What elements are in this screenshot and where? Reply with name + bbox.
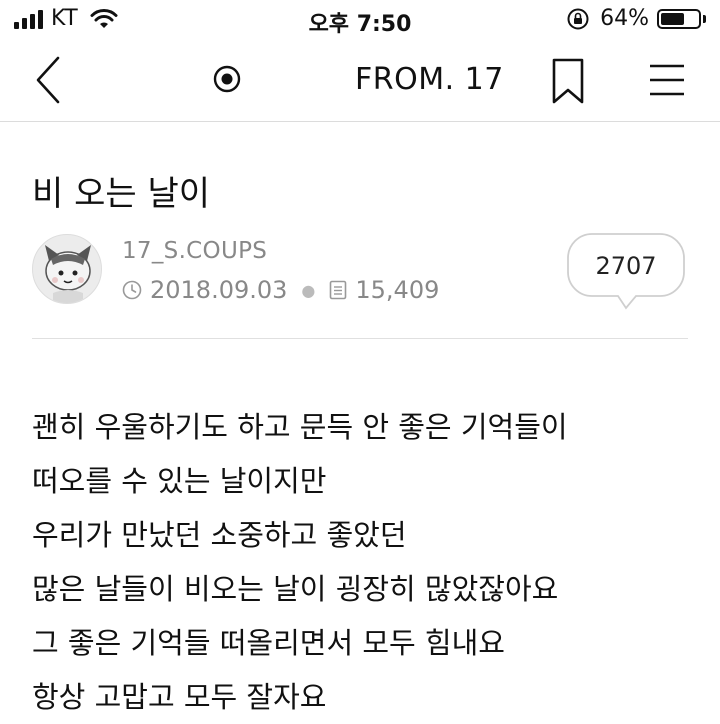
page-title: FROM. 17 (355, 62, 504, 97)
post-date: 2018.09.03 (150, 276, 288, 304)
radio-target-icon[interactable] (210, 62, 244, 96)
bookmark-icon[interactable] (548, 54, 588, 108)
battery-level-fill (661, 12, 684, 25)
nav-bar: FROM. 17 (0, 40, 720, 122)
header-divider (32, 338, 688, 339)
author-name[interactable]: 17_S.COUPS (122, 238, 267, 264)
avatar[interactable] (32, 234, 102, 304)
view-count: 15,409 (355, 276, 440, 304)
clock-icon (122, 280, 142, 300)
status-bar: KT 오후 7:50 64% (0, 0, 720, 40)
meta-separator-dot: ● (301, 280, 316, 300)
post-title: 비 오는 날이 (32, 174, 211, 214)
post-line: 그 좋은 기억들 떠올리면서 모두 힘내요 (32, 626, 505, 660)
battery-tip (703, 14, 706, 23)
post-line: 괜히 우울하기도 하고 문득 안 좋은 기억들이 (32, 410, 568, 444)
post-body: 괜히 우울하기도 하고 문득 안 좋은 기억들이 떠오를 수 있는 날이지만 우… (32, 400, 692, 724)
comment-count[interactable]: 2707 (566, 252, 686, 280)
status-right: 64% (566, 6, 706, 31)
orientation-lock-icon (567, 8, 589, 29)
views-document-icon (330, 280, 347, 300)
avatar-cat-illustration (45, 245, 91, 303)
post-line: 많은 날들이 비오는 날이 굉장히 많았잖아요 (32, 572, 559, 606)
hamburger-menu-icon[interactable] (646, 60, 688, 100)
post-line: 떠오를 수 있는 날이지만 (32, 464, 327, 498)
back-chevron-icon[interactable] (26, 52, 76, 108)
battery-percentage: 64% (600, 6, 649, 31)
post-meta: 2018.09.03 ● 15,409 (122, 276, 439, 304)
battery-icon (657, 8, 701, 29)
post-line: 우리가 만났던 소중하고 좋았던 (32, 518, 407, 552)
